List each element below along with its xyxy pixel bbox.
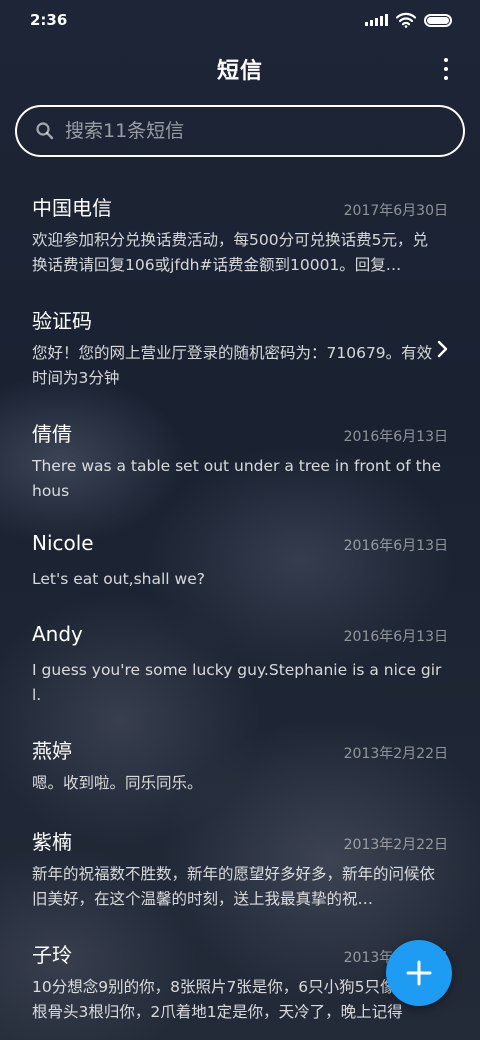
list-item[interactable]: Andy 2016年6月13日 I guess you're some luck… bbox=[0, 622, 480, 708]
message-date: 2016年6月13日 bbox=[343, 538, 448, 554]
sender-name: 倩倩 bbox=[32, 422, 72, 446]
message-preview: 嗯。收到啦。同乐同乐。 bbox=[32, 774, 203, 792]
new-message-button[interactable] bbox=[386, 940, 452, 1006]
message-preview: I guess you're some lucky guy.Stephanie … bbox=[32, 661, 442, 704]
sender-name: 燕婷 bbox=[32, 739, 72, 763]
list-item[interactable]: Nicole 2016年6月13日 Let's eat out,shall we… bbox=[0, 531, 480, 592]
plus-icon bbox=[406, 960, 432, 986]
signal-icon bbox=[365, 14, 388, 26]
sender-name: Nicole bbox=[32, 531, 94, 555]
more-vertical-icon bbox=[444, 58, 448, 62]
message-preview: 新年的祝福数不胜数，新年的愿望好多好多，新年的问候依旧美好，在这个温馨的时刻，送… bbox=[32, 865, 436, 908]
sender-name: 紫楠 bbox=[32, 830, 72, 854]
more-options-button[interactable] bbox=[440, 58, 452, 80]
message-date: 2013年2月22日 bbox=[343, 746, 448, 762]
search-bar[interactable] bbox=[15, 105, 465, 157]
page-title: 短信 bbox=[216, 59, 263, 84]
search-input[interactable] bbox=[65, 120, 425, 142]
search-icon bbox=[36, 122, 54, 140]
message-date: 2013年2月22日 bbox=[343, 837, 448, 853]
message-date: 2017年6月30日 bbox=[343, 203, 448, 219]
status-time: 2:36 bbox=[30, 11, 68, 29]
wifi-icon bbox=[396, 12, 416, 28]
message-date: 2016年6月13日 bbox=[343, 429, 448, 445]
status-icons bbox=[365, 12, 452, 28]
battery-icon bbox=[424, 13, 452, 27]
sender-name: 验证码 bbox=[32, 309, 92, 333]
message-preview: There was a table set out under a tree i… bbox=[32, 457, 442, 500]
status-bar: 2:36 bbox=[0, 0, 480, 40]
sender-name: Andy bbox=[32, 622, 83, 646]
message-date: 2016年6月13日 bbox=[343, 629, 448, 645]
list-item[interactable]: 倩倩 2016年6月13日 There was a table set out … bbox=[0, 418, 480, 504]
sender-name: 子玲 bbox=[32, 943, 72, 967]
app-header: 短信 bbox=[0, 48, 480, 90]
list-item[interactable]: 燕婷 2013年2月22日 嗯。收到啦。同乐同乐。 bbox=[0, 735, 480, 796]
list-item[interactable]: 中国电信 2017年6月30日 欢迎参加积分兑换话费活动，每500分可兑换话费5… bbox=[0, 192, 480, 278]
sender-name: 中国电信 bbox=[32, 196, 112, 220]
message-preview: Let's eat out,shall we? bbox=[32, 570, 205, 588]
message-preview: 10分想念9别的你，8张照片7张是你，6只小狗5只像你，4根骨头3根归你，2爪着… bbox=[32, 978, 437, 1021]
chevron-right-icon[interactable] bbox=[436, 339, 450, 359]
list-item[interactable]: 紫楠 2013年2月22日 新年的祝福数不胜数，新年的愿望好多好多，新年的问候依… bbox=[0, 826, 480, 912]
message-preview: 欢迎参加积分兑换话费活动，每500分可兑换话费5元，兑换话费请回复106或jfd… bbox=[32, 231, 428, 274]
message-preview: 您好！您的网上营业厅登录的随机密码为：710679。有效时间为3分钟 bbox=[32, 344, 433, 387]
list-item[interactable]: 验证码 您好！您的网上营业厅登录的随机密码为：710679。有效时间为3分钟 bbox=[0, 305, 480, 391]
